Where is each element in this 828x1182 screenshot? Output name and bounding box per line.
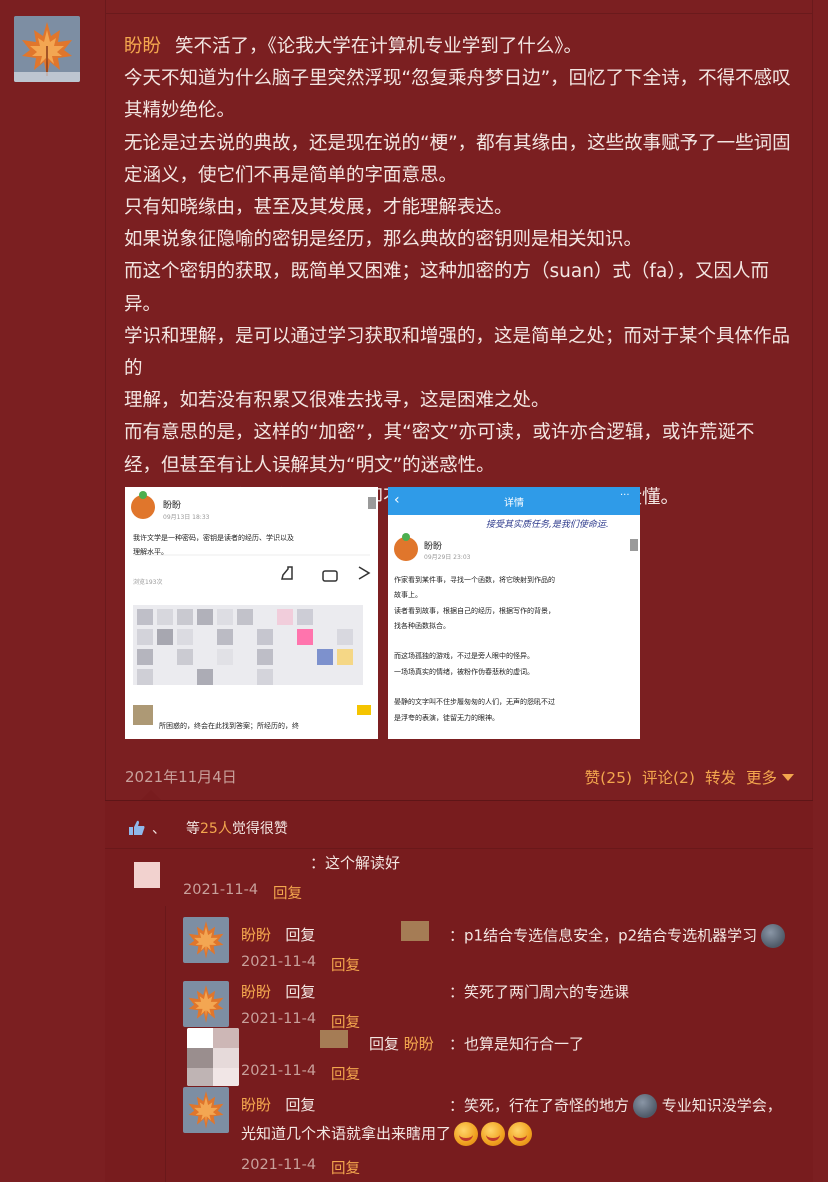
reply-line: 盼盼 回复 (241, 983, 316, 1001)
reply-target[interactable]: 盼盼 (404, 1035, 434, 1053)
post-line: 如果说象征隐喻的密钥是经历，那么典故的密钥则是相关知识。 (124, 229, 643, 251)
avatar[interactable] (401, 921, 429, 941)
likes-suffix: 觉得很赞 (231, 821, 288, 837)
post-line: 异。 (124, 293, 162, 315)
top-border (105, 0, 813, 14)
image1-views: 浏览193次 (133, 579, 163, 586)
image2-user: 盼盼 (424, 542, 443, 552)
maple-leaf-icon (183, 917, 229, 963)
laughing-emoji-icon (481, 1122, 506, 1146)
laughing-emoji-icon (508, 1122, 533, 1146)
image1-time: 09月13日 18:33 (163, 514, 210, 521)
comment-text: 光知道几个术语就拿出来瞎用了 (241, 1122, 533, 1146)
reply-button[interactable]: 回复 (331, 1063, 360, 1084)
reply-button[interactable]: 回复 (331, 1011, 360, 1032)
comment-author[interactable]: 盼盼 (241, 926, 271, 944)
comment-date: 2021-11-4 (241, 1063, 317, 1079)
post-line: 而有意思的是，这样的“加密”，其“密文”亦可读，或许亦合逻辑，或许荒诞不 (124, 422, 755, 444)
comment-text: ：也算是知行合一了 (449, 1035, 585, 1053)
box-pointer (141, 790, 161, 800)
likes-prefix: 等 (186, 821, 200, 837)
comment-text: ：这个解读好 (310, 854, 401, 872)
post-line: 无论是过去说的典故，还是现在说的“梗”，都有其缘由，这些故事赋予了一些词固 (124, 132, 791, 154)
blurred-avatar-icon (187, 1028, 239, 1086)
avatar[interactable] (14, 16, 80, 82)
comment-text: ：笑死，行在了奇怪的地方 专业知识没学会， (449, 1094, 782, 1118)
avatar[interactable] (183, 917, 229, 963)
avatar[interactable] (187, 1028, 239, 1086)
comment-author[interactable]: 盼盼 (241, 1096, 271, 1114)
reply-button[interactable]: 回复 (273, 882, 302, 903)
divider (105, 848, 813, 849)
thumbs-up-icon (129, 820, 145, 835)
comment-date: 2021-11-4 (241, 954, 317, 970)
reply-button[interactable]: 回复 (331, 954, 360, 975)
post-actions: 赞(25) 评论(2) 转发 更多 (585, 766, 794, 788)
forward-button[interactable]: 转发 (705, 766, 736, 788)
post-line: 其精妙绝伦。 (124, 100, 236, 122)
post-body: 盼盼 笑不活了，《论我大学在计算机专业学到了什么》。 今天不知道为什么脑子里突然浮… (124, 31, 804, 514)
maple-leaf-icon (14, 16, 80, 82)
comment-date: 2021-11-4 (183, 882, 259, 898)
emoji-icon (761, 924, 786, 948)
avatar[interactable] (134, 862, 160, 888)
post-image-2[interactable]: ‹ 详情 ··· 接受其实质任务,是我们使命运. 盼盼 09月29日 23:03… (388, 487, 640, 739)
laughing-emoji-icon (454, 1122, 479, 1146)
maple-leaf-icon (183, 1087, 229, 1133)
reply-line: 盼盼 回复 (241, 1096, 316, 1114)
image2-time: 09月29日 23:03 (424, 554, 471, 561)
post-image-1[interactable]: 盼盼 09月13日 18:33 我许文学是一种密码，密钥是读者的经历、学识以及 … (125, 487, 378, 739)
avatar[interactable] (183, 981, 229, 1027)
comment-button[interactable]: 评论(2) (642, 766, 695, 788)
like-button[interactable]: 赞(25) (585, 766, 632, 788)
post-line: 只有知晓缘由，甚至及其发展，才能理解表达。 (124, 197, 513, 219)
comment-author[interactable]: 盼盼 (241, 983, 271, 1001)
reply-line: 回复 盼盼 (369, 1035, 434, 1053)
page: 盼盼 笑不活了，《论我大学在计算机专业学到了什么》。 今天不知道为什么脑子里突然浮… (0, 0, 828, 1182)
emoji-icon (633, 1094, 658, 1118)
comment-date: 2021-11-4 (241, 1011, 317, 1027)
likes-count[interactable]: 25人 (200, 818, 232, 838)
post-line: 今天不知道为什么脑子里突然浮现“忽复乘舟梦日边”，回忆了下全诗，不得不感叹 (124, 68, 791, 90)
avatar[interactable] (183, 1087, 229, 1133)
post-author[interactable]: 盼盼 (124, 36, 161, 57)
reply-line: 盼盼 回复 (241, 926, 316, 944)
post-date: 2021年11月4日 (125, 768, 237, 786)
more-button[interactable]: 更多 (746, 766, 794, 788)
comment-date: 2021-11-4 (241, 1157, 317, 1173)
caret-down-icon (782, 774, 794, 781)
image1-bottom-text: 所困惑的，终会在此找到答案；所经历的，终 (159, 722, 299, 730)
comment-text: ：p1结合专选信息安全，p2结合专选机器学习 (449, 924, 786, 948)
post-line: 定涵义，使它们不再是简单的字面意思。 (124, 164, 458, 186)
image2-text: 作家看到某件事，寻找一个函数，将它映射到作品的 故事上。 读者看到故事，根据自己… (394, 576, 555, 722)
reply-thread-border (165, 906, 166, 1182)
image1-text: 我许文学是一种密码，密钥是读者的经历、学识以及 理解水平。 (133, 534, 294, 556)
comment-text: ：笑死了两门周六的专选课 (449, 983, 630, 1001)
reply-button[interactable]: 回复 (331, 1157, 360, 1178)
image1-user: 盼盼 (163, 501, 182, 511)
likes-summary: 、 等 25人 觉得很赞 (128, 818, 288, 838)
post-line: 而这个密钥的获取，既简单又困难；这种加密的方（suan）式（fa），又因人而 (124, 261, 770, 283)
post-line: 学识和理解，是可以通过学习获取和增强的，这是简单之处；而对于某个具体作品的 (124, 325, 791, 380)
avatar[interactable] (320, 1030, 348, 1048)
post-line: 理解，如若没有积累又很难去找寻，这是困难之处。 (124, 390, 550, 412)
post-line-1: 盼盼 笑不活了，《论我大学在计算机专业学到了什么》。 (124, 36, 583, 57)
likes-separator: 、 (152, 821, 166, 837)
maple-leaf-icon (183, 981, 229, 1027)
post-line: 经，但甚至有让人误解其为“明文”的迷惑性。 (124, 454, 495, 476)
